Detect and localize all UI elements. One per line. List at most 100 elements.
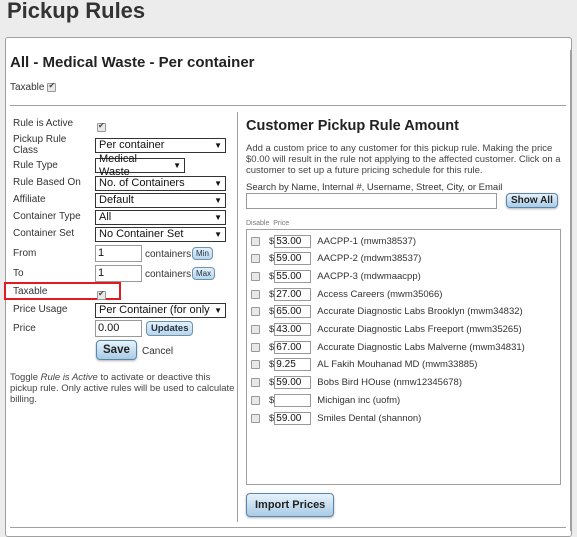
container-type-label: Container Type [13,211,81,222]
customer-name-link[interactable]: Accurate Diagnostic Labs Malverne (mwm34… [317,342,525,353]
disable-checkbox[interactable] [251,271,260,281]
disable-checkbox[interactable] [251,395,260,405]
customer-price-input[interactable]: 9.25 [274,358,312,372]
customer-row[interactable]: $9.25 AL Fakih Mouhanad MD (mwm33885) [251,358,477,372]
customer-name-link[interactable]: Michigan inc (uofm) [317,395,400,406]
taxable-summary: Taxable [10,81,57,93]
rule-type-value: Medical Waste [99,152,137,178]
customer-row[interactable]: $59.00 AACPP-2 (mdwm38537) [251,252,421,266]
customer-name-link[interactable]: Access Careers (mwm35066) [317,289,442,300]
dropdown-arrow-icon: ▼ [173,161,181,170]
customer-name-link[interactable]: Smiles Dental (shannon) [317,413,421,424]
customer-row[interactable]: $ Michigan inc (uofm) [251,393,400,407]
taxable-summary-checkbox[interactable] [47,81,57,92]
customer-list[interactable]: $53.00 AACPP-1 (mwm38537) $59.00 AACPP-2 (m… [246,229,561,485]
customer-price-input[interactable]: 59.00 [274,252,312,266]
customer-row[interactable]: $55.00 AACPP-3 (mdwmaacpp) [251,269,421,283]
show-all-button[interactable]: Show All [506,193,558,208]
customer-search-input[interactable] [246,193,497,209]
taxable-checkbox[interactable] [97,289,106,300]
disable-checkbox[interactable] [251,360,260,370]
rule-based-on-label: Rule Based On [13,177,81,188]
disable-checkbox[interactable] [251,307,260,317]
import-prices-button[interactable]: Import Prices [246,493,335,517]
disable-checkbox[interactable] [251,254,260,264]
customer-name-link[interactable]: Bobs Bird HOuse (nmw12345678) [317,377,462,388]
updates-button[interactable]: Updates [146,321,194,336]
affiliate-label: Affiliate [13,194,46,205]
help-prefix: Toggle [10,372,41,383]
customer-row[interactable]: $65.00 Accurate Diagnostic Labs Brooklyn … [251,305,523,319]
rule-is-active-checkbox[interactable] [97,121,106,132]
disable-checkbox[interactable] [251,413,260,423]
divider [10,105,566,106]
customer-row[interactable]: $53.00 AACPP-1 (mwm38537) [251,234,416,248]
rule-based-on-select[interactable]: No. of Containers ▼ [95,176,226,191]
disable-checkbox[interactable] [251,236,260,246]
rule-type-label: Rule Type [13,160,58,171]
customer-price-input[interactable]: 55.00 [274,269,312,283]
dropdown-arrow-icon: ▼ [214,230,222,239]
disable-checkbox[interactable] [251,342,260,352]
customer-name-link[interactable]: Accurate Diagnostic Labs Freeport (mwm35… [317,324,521,335]
customer-row[interactable]: $27.00 Access Careers (mwm35066) [251,287,442,301]
customer-price-input[interactable]: 59.00 [274,376,312,390]
customer-row[interactable]: $59.00 Smiles Dental (shannon) [251,411,421,425]
price-usage-value: Per Container (for only [99,304,210,316]
pickup-rule-class-value: Per container [99,139,165,151]
container-set-label: Container Set [13,228,75,239]
help-emphasis: Rule is Active [40,372,98,383]
divider [10,527,566,528]
customer-section-description: Add a custom price to any customer for t… [246,143,561,176]
dropdown-arrow-icon: ▼ [214,196,222,205]
help-text: Toggle Rule is Active to activate or dea… [10,372,235,405]
taxable-summary-label: Taxable [10,82,45,93]
customer-row[interactable]: $59.00 Bobs Bird HOuse (nmw12345678) [251,376,462,390]
customer-section-title: Customer Pickup Rule Amount [246,118,459,134]
from-label: From [13,248,37,259]
customer-row[interactable]: $67.00 Accurate Diagnostic Labs Malverne … [251,340,525,354]
to-input[interactable]: 1 [95,265,142,282]
customer-name-link[interactable]: AACPP-2 (mdwm38537) [317,253,421,264]
from-input[interactable]: 1 [95,245,142,262]
cancel-link[interactable]: Cancel [142,346,173,357]
list-header: Disable Price [246,220,289,227]
rule-type-select[interactable]: Medical Waste ▼ [95,153,185,178]
max-button[interactable]: Max [192,267,216,280]
container-type-select[interactable]: All ▼ [95,210,226,225]
min-button[interactable]: Min [192,247,213,260]
dropdown-arrow-icon: ▼ [214,306,222,315]
customer-price-input[interactable]: 65.00 [274,305,312,319]
customer-name-link[interactable]: AACPP-1 (mwm38537) [317,236,416,247]
rule-is-active-label: Rule is Active [13,118,74,129]
panel-right-border [570,50,571,531]
taxable-label: Taxable [13,286,48,297]
price-label: Price [13,323,36,334]
customer-row[interactable]: $43.00 Accurate Diagnostic Labs Freeport … [251,323,522,337]
customer-price-input[interactable] [274,393,312,407]
container-set-select[interactable]: No Container Set ▼ [95,227,226,242]
customer-name-link[interactable]: AL Fakih Mouhanad MD (mwm33885) [317,359,477,370]
price-usage-select[interactable]: Per Container (for only ▼ [95,303,226,318]
customer-price-input[interactable]: 59.00 [274,411,312,425]
disable-checkbox[interactable] [251,378,260,388]
dropdown-arrow-icon: ▼ [214,179,222,188]
save-button[interactable]: Save [96,340,137,360]
dropdown-arrow-icon: ▼ [214,213,222,222]
pickup-rule-class-label-line1: Pickup Rule [13,134,67,145]
disable-checkbox[interactable] [251,289,260,299]
customer-name-link[interactable]: Accurate Diagnostic Labs Brooklyn (mwm34… [317,306,522,317]
rule-based-on-value: No. of Containers [99,177,185,189]
customer-price-input[interactable]: 43.00 [274,323,312,336]
disable-checkbox[interactable] [251,325,260,334]
pickup-rule-class-select[interactable]: Per container ▼ [95,138,226,153]
customer-name-link[interactable]: AACPP-3 (mdwmaacpp) [317,271,420,282]
customer-price-input[interactable]: 67.00 [274,340,312,354]
price-input[interactable]: 0.00 [95,320,142,337]
customer-price-input[interactable]: 53.00 [274,234,312,248]
affiliate-select[interactable]: Default ▼ [95,193,226,208]
pickup-rule-class-label: Pickup Rule Class [13,134,66,156]
pickup-rule-class-label-line2: Class [13,145,39,156]
customer-price-input[interactable]: 27.00 [274,287,312,301]
column-divider [237,112,238,522]
